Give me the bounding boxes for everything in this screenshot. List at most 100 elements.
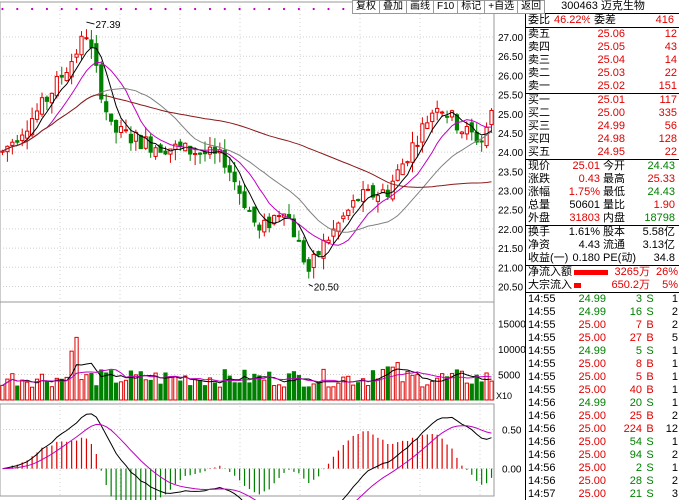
candle <box>123 129 129 132</box>
signal-dot <box>149 7 152 11</box>
level-label: 卖三 <box>528 54 550 66</box>
level-label: 买五 <box>528 146 550 158</box>
level-volume: 12 <box>664 28 677 40</box>
candle <box>44 96 50 102</box>
volume-bar <box>326 386 331 401</box>
macd-dea-line <box>2 423 492 500</box>
flow-label: 大宗流入 <box>528 279 572 291</box>
toolbar-button[interactable]: F10 <box>434 1 459 13</box>
tick-side: S <box>646 345 654 357</box>
tick-row[interactable]: 14:55 25.00 7 B 2 <box>526 319 679 332</box>
chart-area[interactable]: 27.00 26.50 26.00 25.50 25.00 24.50 24.00 23.50… <box>0 0 525 500</box>
tick-price: 25.00 <box>578 332 606 344</box>
high-marker: 27.39 <box>95 20 120 31</box>
tick-count: 1 <box>671 397 678 409</box>
tick-side: S <box>646 397 654 409</box>
candle <box>316 251 321 256</box>
toolbar-button[interactable]: 返回 <box>518 1 544 13</box>
tick-count: 1 <box>671 371 678 383</box>
tick-time: 14:56 <box>528 449 556 461</box>
weibi-value: 46.22% <box>554 14 590 26</box>
tick-time: 14:56 <box>528 475 556 487</box>
tick-price: 24.99 <box>578 397 606 409</box>
volume-bar <box>188 385 193 401</box>
candle <box>425 122 430 129</box>
tick-side: S <box>646 449 654 461</box>
candle <box>346 209 351 217</box>
volume-bar <box>420 386 425 401</box>
tick-volume: 5 <box>635 371 642 383</box>
tick-row[interactable]: 14:56 25.00 25 B 2 <box>526 410 679 423</box>
toolbar-button[interactable]: +自选 <box>485 1 519 13</box>
stock-title: 300463 迈克生物 <box>526 0 679 14</box>
bid-row: 买一 25.01 117 <box>526 94 679 107</box>
bid-row: 买二 25.00 335 <box>526 107 679 120</box>
chart-toolbar: 复权 叠加 画线 F10 标记 +自选 返回 <box>352 0 546 14</box>
stats-row: 换手 1.61% 股本 5.58亿 <box>526 226 679 239</box>
tick-row[interactable]: 14:56 25.00 224 B 12 <box>526 423 679 436</box>
tick-list[interactable]: 14:55 24.99 3 S 1 14:55 24.99 16 S 2 14:55 25.00 7 B 2… <box>526 293 679 500</box>
tick-row[interactable]: 14:55 25.00 40 B 1 <box>526 384 679 397</box>
candle <box>15 140 20 143</box>
signal-dot <box>45 7 49 11</box>
tick-price: 24.99 <box>578 293 606 305</box>
signal-dot <box>164 7 167 11</box>
tick-side: B <box>646 319 654 331</box>
candle <box>59 74 64 78</box>
macd-tick-label: 0.00 <box>502 465 522 476</box>
pe-label: PE(动) <box>603 252 636 264</box>
level-label: 卖二 <box>528 67 550 79</box>
tick-row[interactable]: 14:56 25.00 2 S 1 <box>526 462 679 475</box>
quote-label: 涨跌 <box>528 173 550 185</box>
volume-unit-label: X10 <box>496 391 512 401</box>
volume-bar <box>30 386 35 401</box>
candle <box>351 200 356 208</box>
tick-row[interactable]: 14:55 24.99 16 S 2 <box>526 306 679 319</box>
toolbar-button[interactable]: 叠加 <box>380 1 407 13</box>
volume-bar <box>158 383 163 401</box>
volume-bar <box>375 378 381 401</box>
price-tick-label: 22.50 <box>498 206 523 217</box>
quote-value: 25.01 <box>572 160 600 172</box>
kline-chart[interactable]: 27.00 26.50 26.00 25.50 25.00 24.50 24.00 23.50… <box>0 0 525 500</box>
tick-count: 1 <box>671 436 678 448</box>
tick-row[interactable]: 14:55 25.00 8 B 1 <box>526 358 679 371</box>
level-volume: 117 <box>659 94 677 106</box>
flow-pct: 26% <box>655 266 678 278</box>
volume-bar <box>277 384 282 401</box>
candle <box>430 112 435 123</box>
tick-row[interactable]: 14:56 25.00 94 S 2 <box>526 449 679 462</box>
toolbar-button[interactable]: 标记 <box>458 1 486 13</box>
signal-dot <box>134 7 137 11</box>
tick-volume: 3 <box>635 293 642 305</box>
tick-row[interactable]: 14:55 24.99 5 S 1 <box>526 345 679 358</box>
tick-row[interactable]: 14:55 24.99 3 S 1 <box>526 293 679 306</box>
toolbar-button[interactable]: 画线 <box>407 1 434 13</box>
toolbar-button[interactable]: 复权 <box>353 1 380 13</box>
tick-row[interactable]: 14:56 25.00 54 S 1 <box>526 436 679 449</box>
quote-row: 总量 50601 量比 1.90 <box>526 199 679 212</box>
tick-time: 14:56 <box>528 397 556 409</box>
signal-dot <box>282 7 286 11</box>
tick-side: B <box>646 410 654 422</box>
tick-volume: 27 <box>629 332 642 344</box>
ask-row: 卖一 25.02 151 <box>526 80 679 93</box>
volume-bar <box>247 382 252 401</box>
stat-value: 3.13亿 <box>642 239 675 251</box>
volume-tick-label: 10000 <box>498 345 525 356</box>
tick-row[interactable]: 14:56 25.00 28 S 2 <box>526 475 679 488</box>
ask-row: 卖五 25.06 12 <box>526 28 679 41</box>
price-tick-label: 26.00 <box>498 71 523 82</box>
flow-bar-cell <box>574 279 610 292</box>
volume-bar <box>301 386 306 401</box>
tick-price: 25.00 <box>578 475 606 487</box>
price-tick-label: 25.50 <box>498 91 523 102</box>
signal-dot <box>90 7 93 11</box>
tick-row[interactable]: 14:55 25.00 5 B 1 <box>526 371 679 384</box>
volume-bar <box>444 376 450 401</box>
tick-row[interactable]: 14:55 25.00 27 B 5 <box>526 332 679 345</box>
candle <box>277 215 282 218</box>
tick-row[interactable]: 14:57 25.00 21 S 3 <box>526 488 679 500</box>
tick-row[interactable]: 14:56 24.99 20 S 1 <box>526 397 679 410</box>
tick-count: 3 <box>671 488 678 500</box>
